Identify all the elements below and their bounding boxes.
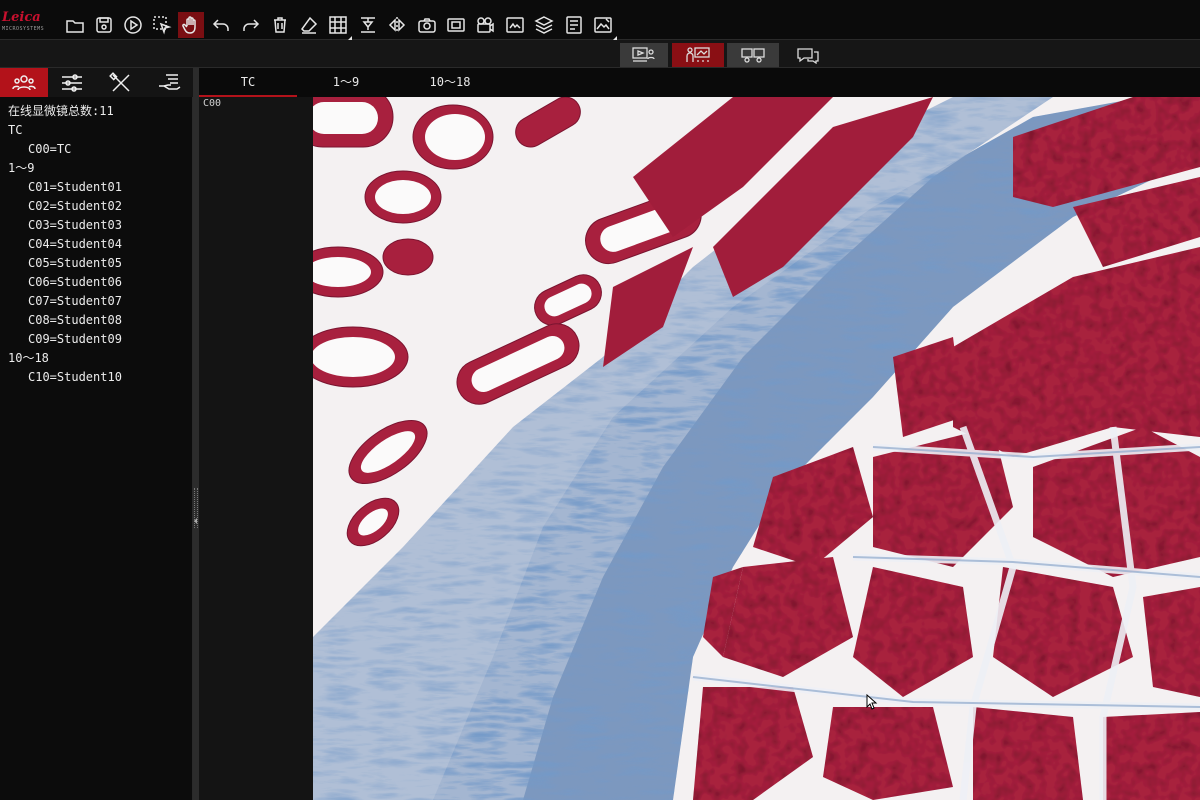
group-10-18[interactable]: 10～18 (0, 349, 193, 368)
video-record-button[interactable] (472, 12, 498, 38)
list-item[interactable]: C08=Student08 (0, 311, 193, 330)
select-tool-button[interactable] (149, 12, 175, 38)
list-item[interactable]: C09=Student09 (0, 330, 193, 349)
tab-settings[interactable] (48, 68, 96, 97)
grid-icon (329, 16, 347, 34)
image-compare-button[interactable] (502, 12, 528, 38)
report-button[interactable] (561, 12, 587, 38)
report-icon (566, 16, 582, 34)
eraser-icon (301, 16, 318, 34)
select-tool-icon (153, 16, 172, 35)
chat-button[interactable] (795, 43, 821, 67)
group-discussion-button[interactable] (727, 43, 779, 67)
tab-hand-raise[interactable] (145, 68, 193, 97)
tab-students[interactable] (0, 68, 48, 97)
group-1-9[interactable]: 1～9 (0, 159, 193, 178)
tissue-image (313, 97, 1200, 800)
image-capture-button[interactable] (443, 12, 469, 38)
left-panel-tabs (0, 68, 193, 97)
save-button[interactable] (91, 12, 117, 38)
camera-icon (418, 18, 436, 33)
settings-sliders-icon (62, 73, 82, 92)
tab-tools[interactable] (97, 68, 145, 97)
mouse-cursor-icon (866, 694, 878, 710)
mode-bar (0, 40, 1200, 68)
flip-button[interactable] (384, 12, 410, 38)
hand-pan-button[interactable] (178, 12, 204, 38)
play-button[interactable] (120, 12, 146, 38)
image-edit-button[interactable] (590, 12, 617, 40)
flip-icon (388, 17, 406, 33)
screen-broadcast-button[interactable] (620, 43, 668, 67)
logo-subtitle: MICROSYSTEMS (2, 26, 45, 32)
students-group-icon (12, 74, 36, 90)
tab-group-10-18[interactable]: 10～18 (405, 68, 495, 97)
online-count-label: 在线显微镜总数:11 (8, 104, 114, 118)
tab-group-tc[interactable]: TC (199, 68, 297, 97)
open-folder-icon (66, 20, 84, 33)
layers-icon (534, 16, 554, 34)
screen-broadcast-icon (632, 47, 655, 62)
list-item[interactable]: C01=Student01 (0, 178, 193, 197)
video-record-icon (477, 17, 494, 33)
calibrate-button[interactable] (355, 12, 381, 38)
list-item[interactable]: C03=Student03 (0, 216, 193, 235)
image-edit-icon (594, 17, 612, 33)
list-item[interactable]: C04=Student04 (0, 235, 193, 254)
microscope-list: 在线显微镜总数:11 TC C00=TC 1～9 C01=Student01 C… (0, 102, 193, 387)
list-item[interactable]: C10=Student10 (0, 368, 193, 387)
list-item[interactable]: C06=Student06 (0, 273, 193, 292)
layers-button[interactable] (531, 12, 557, 38)
redo-button[interactable] (238, 12, 264, 38)
hand-pan-icon (182, 16, 196, 34)
student-column: C00 (199, 97, 313, 800)
chat-icon (797, 48, 819, 64)
camera-button[interactable] (414, 12, 440, 38)
collapse-arrow-icon[interactable] (194, 518, 197, 524)
list-item[interactable]: C05=Student05 (0, 254, 193, 273)
grid-button[interactable] (325, 12, 352, 40)
list-item[interactable]: C00=TC (0, 140, 193, 159)
left-panel: 在线显微镜总数:11 TC C00=TC 1～9 C01=Student01 C… (0, 68, 193, 800)
image-compare-icon (506, 17, 524, 33)
delete-icon (274, 17, 286, 33)
play-icon (124, 16, 142, 34)
tab-group-1-9[interactable]: 1～9 (311, 68, 381, 97)
teacher-presentation-icon (686, 47, 710, 62)
student-id-label[interactable]: C00 (203, 97, 221, 111)
tools-icon (109, 71, 130, 92)
group-tabs: TC 1～9 10～18 (199, 68, 1200, 97)
leica-logo: Leica MICROSYSTEMS (2, 10, 45, 35)
undo-button[interactable] (208, 12, 234, 38)
main-toolbar: Leica MICROSYSTEMS (0, 0, 1200, 40)
eraser-button[interactable] (296, 12, 322, 38)
measure-calibrate-icon (361, 17, 375, 33)
save-icon (96, 17, 112, 33)
undo-icon (212, 19, 229, 31)
logo-brand: Leica (2, 10, 41, 25)
group-tc[interactable]: TC (0, 121, 193, 140)
image-capture-icon (447, 18, 465, 32)
teacher-presentation-button[interactable] (672, 43, 724, 67)
hand-raise-icon (159, 73, 181, 90)
group-discussion-icon (741, 48, 765, 63)
microscope-live-view[interactable] (313, 97, 1200, 800)
delete-button[interactable] (267, 12, 293, 38)
list-item[interactable]: C02=Student02 (0, 197, 193, 216)
list-item[interactable]: C07=Student07 (0, 292, 193, 311)
redo-icon (243, 19, 260, 31)
open-folder-button[interactable] (62, 12, 88, 38)
